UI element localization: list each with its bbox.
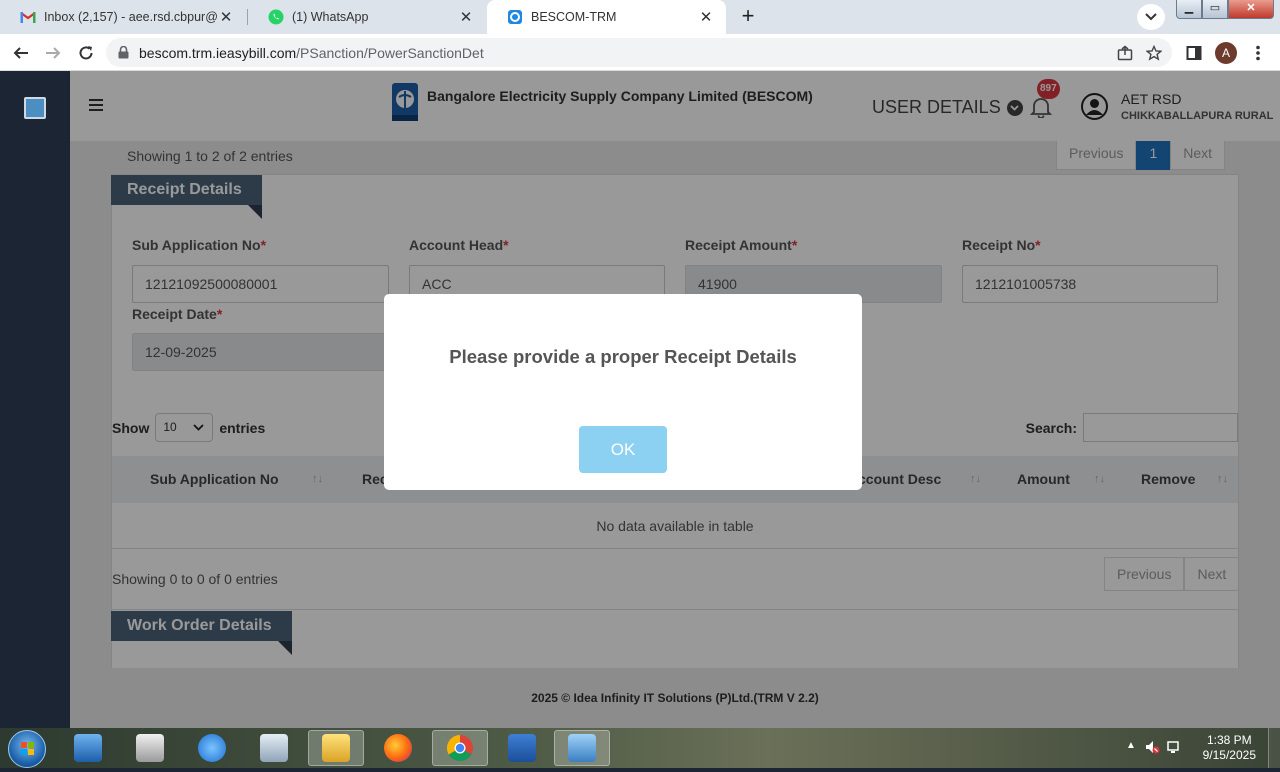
window-maximize-button[interactable]: ▭ [1202,0,1228,19]
bescom-logo-icon[interactable] [24,97,46,119]
photo-viewer-icon [568,734,596,762]
firefox-icon [384,734,412,762]
volume-muted-icon[interactable] [1144,739,1160,755]
back-arrow-icon [13,47,28,59]
browser-menu-button[interactable] [1245,40,1271,66]
bookmark-button[interactable] [1141,40,1167,66]
start-button[interactable] [8,730,46,768]
url-text: bescom.trm.ieasybill.com/PSanction/Power… [139,44,484,61]
whatsapp-icon [268,9,284,25]
side-panel-button[interactable] [1181,40,1207,66]
url-bar[interactable]: bescom.trm.ieasybill.com/PSanction/Power… [106,38,1172,67]
printer-icon [136,734,164,762]
forward-arrow-icon [46,47,61,59]
close-tab-icon[interactable]: ✕ [458,8,474,26]
tab-title: (1) WhatsApp [292,10,369,24]
back-button[interactable] [8,40,34,66]
alert-message: Please provide a proper Receipt Details [449,346,797,367]
taskbar-fax-scan[interactable] [122,730,178,766]
taskbar-file-explorer[interactable] [308,730,364,766]
browser-tab-strip: Inbox (2,157) - aee.rsd.cbpur@gm ✕ (1) W… [0,0,1280,34]
tab-search-button[interactable] [1137,4,1165,30]
taskbar-media-player[interactable] [60,730,116,766]
alert-dialog: Please provide a proper Receipt Details … [384,294,862,490]
new-tab-button[interactable]: + [734,4,762,30]
show-hidden-icons-icon[interactable]: ▲ [1126,740,1136,751]
windows-taskbar: ▲ 1:38 PM 9/15/2025 [0,728,1280,768]
forward-button[interactable] [40,40,66,66]
taskbar-app-blender[interactable] [246,730,302,766]
side-panel-icon [1186,46,1202,60]
system-clock[interactable]: 1:38 PM 9/15/2025 [1203,733,1256,763]
share-button[interactable] [1112,40,1138,66]
close-tab-icon[interactable]: ✕ [218,8,234,26]
taskbar-word[interactable] [494,730,550,766]
windows-logo-icon [21,742,34,755]
tab-whatsapp[interactable]: (1) WhatsApp ✕ [248,0,486,34]
app-icon [260,734,288,762]
app-sidebar [0,71,70,728]
tab-title: Inbox (2,157) - aee.rsd.cbpur@gm [44,10,218,24]
tab-gmail[interactable]: Inbox (2,157) - aee.rsd.cbpur@gm ✕ [0,0,246,34]
internet-explorer-icon [198,734,226,762]
window-close-button[interactable]: ✕ [1228,0,1274,19]
reload-icon [79,46,93,60]
reload-button[interactable] [73,40,99,66]
network-icon[interactable] [1166,739,1182,755]
share-icon [1117,45,1133,61]
taskbar-chrome[interactable] [432,730,488,766]
star-icon [1146,45,1162,61]
taskbar-photo-viewer[interactable] [554,730,610,766]
ok-button[interactable]: OK [579,426,667,473]
system-tray: ▲ 1:38 PM 9/15/2025 [1120,728,1280,768]
close-tab-icon[interactable]: ✕ [698,8,714,26]
gmail-icon [20,9,36,25]
clock-time: 1:38 PM [1206,733,1252,747]
window-minimize-button[interactable]: ▁ [1176,0,1202,19]
address-bar-row: bescom.trm.ieasybill.com/PSanction/Power… [0,34,1280,71]
chevron-down-icon [1145,13,1157,21]
tab-bescom[interactable]: BESCOM-TRM ✕ [487,0,726,34]
taskbar-firefox[interactable] [370,730,426,766]
word-icon [508,734,536,762]
bescom-icon [507,9,523,25]
profile-avatar[interactable]: A [1215,42,1237,64]
media-player-icon [74,734,102,762]
show-desktop-button[interactable] [1268,728,1280,768]
taskbar-internet-explorer[interactable] [184,730,240,766]
clock-date: 9/15/2025 [1202,748,1256,762]
chrome-icon [446,734,473,762]
lock-icon [118,46,129,59]
tab-title: BESCOM-TRM [531,10,617,24]
folder-icon [322,734,350,762]
kebab-menu-icon [1256,45,1260,61]
